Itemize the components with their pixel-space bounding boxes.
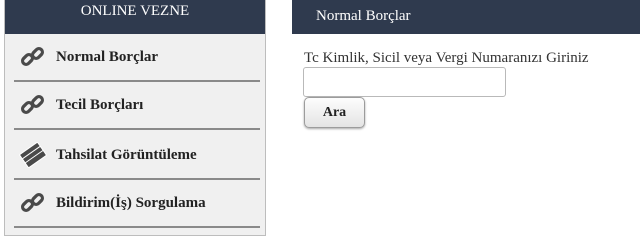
sidebar-item-normal-borclar[interactable]: Normal Borçlar	[14, 34, 260, 82]
sidebar-item-label: Bildirim(İş) Sorgulama	[56, 194, 206, 211]
sidebar-title: ONLINE VEZNE	[5, 0, 265, 34]
tc-input-label: Tc Kimlik, Sicil veya Vergi Numaranızı G…	[304, 50, 589, 66]
sidebar-item-label: Normal Borçlar	[56, 48, 159, 65]
sidebar-item-label: Tecil Borçları	[56, 96, 144, 113]
sidebar-item-label: Tahsilat Görüntüleme	[56, 146, 197, 163]
chain-link-icon	[18, 90, 48, 120]
sidebar-item-tahsilat-goruntuleme[interactable]: Tahsilat Görüntüleme	[14, 132, 260, 180]
search-button[interactable]: Ara	[304, 97, 365, 128]
chain-link-icon	[18, 42, 48, 72]
banknotes-icon	[18, 140, 48, 170]
tc-kimlik-input[interactable]	[303, 67, 506, 97]
sidebar-item-bildirim-sorgulama[interactable]: Bildirim(İş) Sorgulama	[14, 180, 260, 228]
sidebar: ONLINE VEZNE Normal Borçlar Tecil Borçla…	[4, 0, 266, 236]
page-title: Normal Borçlar	[292, 0, 640, 34]
sidebar-item-tecil-borclari[interactable]: Tecil Borçları	[14, 82, 260, 130]
chain-link-icon	[18, 188, 48, 218]
